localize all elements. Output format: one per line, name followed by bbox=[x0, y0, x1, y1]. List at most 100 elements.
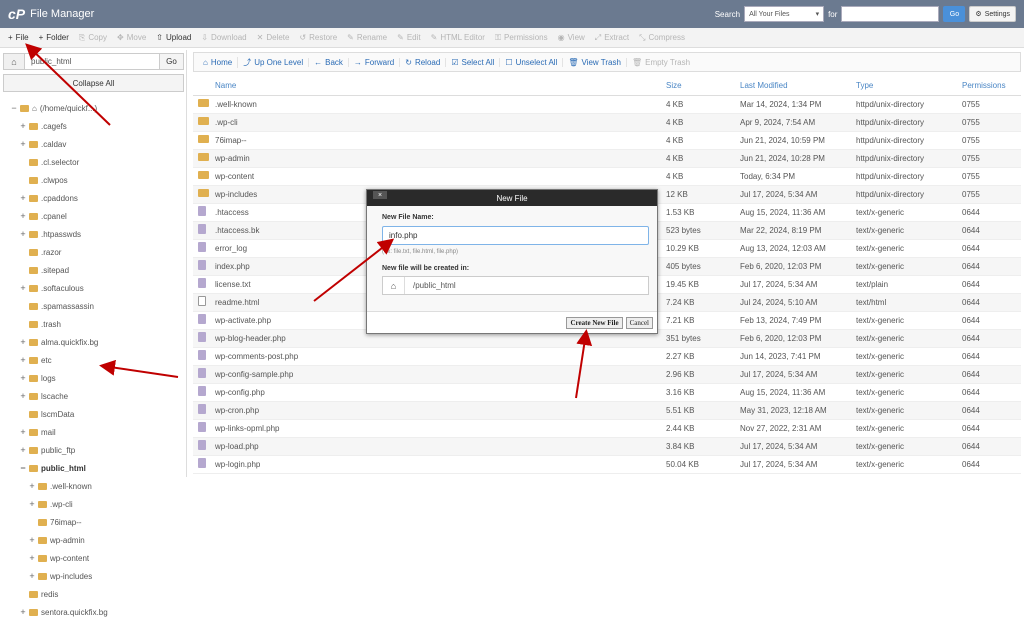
cell-name[interactable]: wp-login.php bbox=[213, 455, 666, 474]
tree-item[interactable]: − public_html bbox=[0, 459, 187, 477]
toolbar-view-button[interactable]: ◉ View bbox=[553, 33, 590, 42]
toolbar-upload-button[interactable]: ⇧ Upload bbox=[151, 33, 196, 42]
target-path-field[interactable]: ⌂ /public_html bbox=[382, 276, 649, 295]
nav-empty-trash-button[interactable]: 🗑 Empty Trash bbox=[625, 57, 695, 67]
tree-item[interactable]: − ⌂ (/home/quickf...) bbox=[0, 99, 187, 117]
tree-item[interactable]: + .wp-cli bbox=[0, 495, 187, 513]
tree-item[interactable]: + .cagefs bbox=[0, 117, 187, 135]
cell-name[interactable]: wp-config-sample.php bbox=[213, 365, 666, 384]
tree-item[interactable]: redis bbox=[0, 585, 187, 603]
tree-toggle-icon[interactable]: + bbox=[19, 337, 27, 347]
toolbar-copy-button[interactable]: ⎘ Copy bbox=[74, 33, 112, 43]
table-row[interactable]: wp-login.php 50.04 KB Jul 17, 2024, 5:34 A… bbox=[193, 455, 1021, 474]
cell-name[interactable]: wp-links-opml.php bbox=[213, 419, 666, 438]
toolbar-permissions-button[interactable]: ⚿ Permissions bbox=[490, 33, 553, 43]
column-type[interactable]: Type bbox=[856, 77, 962, 96]
tree-item[interactable]: + lscache bbox=[0, 387, 187, 405]
tree-item[interactable]: + sentora.quickfix.bg bbox=[0, 603, 187, 621]
table-row[interactable]: wp-content 4 KB Today, 6:34 PM httpd/unix-d… bbox=[193, 167, 1021, 186]
table-row[interactable]: .wp-cli 4 KB Apr 9, 2024, 7:54 AM httpd/uni… bbox=[193, 113, 1021, 132]
nav-forward-button[interactable]: → Forward bbox=[347, 57, 399, 67]
toolbar-folder-button[interactable]: + Folder bbox=[34, 33, 74, 42]
tree-toggle-icon[interactable]: + bbox=[19, 445, 27, 455]
table-row[interactable]: wp-cron.php 5.51 KB May 31, 2023, 12:18 AM… bbox=[193, 401, 1021, 420]
toolbar-delete-button[interactable]: ✕ Delete bbox=[252, 33, 295, 42]
tree-toggle-icon[interactable]: + bbox=[19, 391, 27, 401]
create-new-file-button[interactable]: Create New File bbox=[566, 317, 623, 329]
cell-name[interactable]: .wp-cli bbox=[213, 113, 666, 132]
table-row[interactable]: wp-load.php 3.84 KB Jul 17, 2024, 5:34 AM t… bbox=[193, 437, 1021, 456]
tree-item[interactable]: .cl.selector bbox=[0, 153, 187, 171]
cell-name[interactable]: wp-comments-post.php bbox=[213, 347, 666, 366]
tree-toggle-icon[interactable]: + bbox=[19, 427, 27, 437]
tree-toggle-icon[interactable]: + bbox=[19, 373, 27, 383]
collapse-all-button[interactable]: Collapse All bbox=[3, 74, 184, 92]
cancel-button[interactable]: Cancel bbox=[625, 317, 653, 329]
toolbar-edit-button[interactable]: ✎ Edit bbox=[392, 33, 426, 42]
cell-name[interactable]: wp-cron.php bbox=[213, 401, 666, 420]
column-permissions[interactable]: Permissions bbox=[962, 77, 1021, 96]
table-row[interactable]: 76imap-- 4 KB Jun 21, 2024, 10:59 PM httpd/… bbox=[193, 131, 1021, 150]
cell-name[interactable]: wp-content bbox=[213, 167, 666, 186]
tree-toggle-icon[interactable]: + bbox=[28, 481, 36, 491]
tree-toggle-icon[interactable]: + bbox=[28, 499, 36, 509]
search-input[interactable] bbox=[841, 6, 940, 22]
path-input[interactable]: public_html bbox=[25, 53, 160, 70]
toolbar-move-button[interactable]: ✥ Move bbox=[112, 33, 151, 42]
toolbar-rename-button[interactable]: ✎ Rename bbox=[342, 33, 392, 42]
tree-item[interactable]: .sitepad bbox=[0, 261, 187, 279]
home-icon[interactable]: ⌂ bbox=[3, 53, 25, 70]
tree-item[interactable]: + etc bbox=[0, 351, 187, 369]
close-icon[interactable]: × bbox=[373, 191, 387, 199]
tree-item[interactable]: .spamassassin bbox=[0, 297, 187, 315]
nav-select-all-button[interactable]: ☑ Select All bbox=[445, 57, 499, 67]
tree-item[interactable]: + .cpanel bbox=[0, 207, 187, 225]
tree-item[interactable]: + .softaculous bbox=[0, 279, 187, 297]
toolbar-download-button[interactable]: ⇩ Download bbox=[196, 33, 251, 42]
tree-item[interactable]: + wp-admin bbox=[0, 531, 187, 549]
search-scope-select[interactable]: All Your Files ▾ bbox=[744, 6, 825, 22]
search-go-button[interactable]: Go bbox=[943, 6, 966, 22]
tree-item[interactable]: + wp-content bbox=[0, 549, 187, 567]
table-row[interactable]: wp-admin 4 KB Jun 21, 2024, 10:28 PM httpd/… bbox=[193, 149, 1021, 168]
tree-toggle-icon[interactable]: + bbox=[28, 571, 36, 581]
tree-toggle-icon[interactable]: − bbox=[10, 103, 18, 113]
tree-item[interactable]: + .cpaddons bbox=[0, 189, 187, 207]
tree-item[interactable]: lscmData bbox=[0, 405, 187, 423]
cell-name[interactable]: 76imap-- bbox=[213, 131, 666, 150]
tree-toggle-icon[interactable]: + bbox=[19, 229, 27, 239]
tree-item[interactable]: + .caldav bbox=[0, 135, 187, 153]
toolbar-compress-button[interactable]: ⤡ Compress bbox=[634, 33, 690, 43]
nav-up-one-level-button[interactable]: ⤴ Up One Level bbox=[237, 56, 308, 68]
settings-button[interactable]: ⚙ Settings bbox=[969, 6, 1016, 22]
nav-home-button[interactable]: ⌂ Home bbox=[198, 58, 237, 67]
cell-name[interactable]: wp-admin bbox=[213, 149, 666, 168]
nav-view-trash-button[interactable]: 🗑 View Trash bbox=[562, 57, 626, 67]
column-name[interactable]: Name bbox=[213, 77, 666, 96]
cell-name[interactable]: wp-load.php bbox=[213, 437, 666, 456]
table-row[interactable]: wp-links-opml.php 2.44 KB Nov 27, 2022, 2:… bbox=[193, 419, 1021, 438]
tree-toggle-icon[interactable]: + bbox=[19, 283, 27, 293]
toolbar-file-button[interactable]: + File bbox=[3, 33, 34, 42]
tree-item[interactable]: + .htpasswds bbox=[0, 225, 187, 243]
tree-toggle-icon[interactable]: + bbox=[19, 121, 27, 131]
tree-toggle-icon[interactable]: + bbox=[19, 355, 27, 365]
tree-item[interactable]: 76imap-- bbox=[0, 513, 187, 531]
table-row[interactable]: wp-config-sample.php 2.96 KB Jul 17, 2024,… bbox=[193, 365, 1021, 384]
toolbar-html-editor-button[interactable]: ✎ HTML Editor bbox=[426, 33, 490, 42]
column-last-modified[interactable]: Last Modified bbox=[740, 77, 856, 96]
tree-item[interactable]: + logs bbox=[0, 369, 187, 387]
tree-item[interactable]: .trash bbox=[0, 315, 187, 333]
app-logo[interactable]: cP File Manager bbox=[8, 6, 94, 22]
table-row[interactable]: wp-comments-post.php 2.27 KB Jun 14, 2023,… bbox=[193, 347, 1021, 366]
tree-item[interactable]: .razor bbox=[0, 243, 187, 261]
nav-back-button[interactable]: ← Back bbox=[308, 57, 348, 67]
tree-toggle-icon[interactable]: + bbox=[28, 535, 36, 545]
tree-item[interactable]: + alma.quickfix.bg bbox=[0, 333, 187, 351]
table-row[interactable]: wp-config.php 3.16 KB Aug 15, 2024, 11:36 … bbox=[193, 383, 1021, 402]
tree-item[interactable]: + .well-known bbox=[0, 477, 187, 495]
tree-item[interactable]: .clwpos bbox=[0, 171, 187, 189]
toolbar-extract-button[interactable]: ⤢ Extract bbox=[590, 33, 634, 43]
toolbar-restore-button[interactable]: ↺ Restore bbox=[294, 33, 342, 42]
file-name-input[interactable]: info.php bbox=[382, 226, 649, 245]
